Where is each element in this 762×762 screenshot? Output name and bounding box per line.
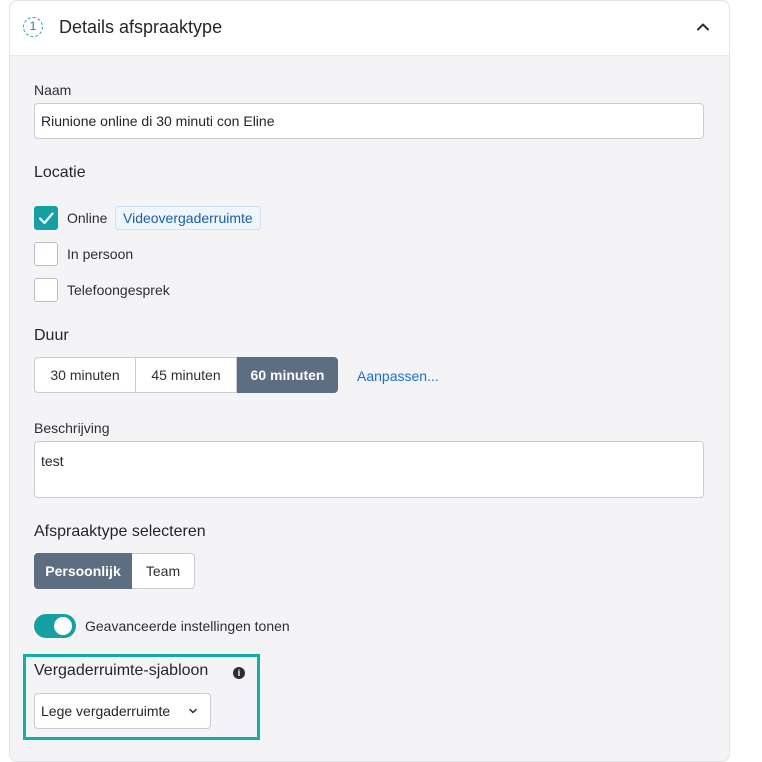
chevron-down-icon xyxy=(189,708,197,714)
advanced-settings-label: Geavanceerde instellingen tonen xyxy=(85,618,290,634)
name-input[interactable]: Riunione online di 30 minuti con Eline xyxy=(34,103,704,139)
appointment-type-heading: Afspraaktype selecteren xyxy=(34,523,206,540)
customize-duration-link[interactable]: Aanpassen... xyxy=(357,368,439,384)
duration-60-button[interactable]: 60 minuten xyxy=(237,357,338,393)
duration-heading: Duur xyxy=(34,327,69,344)
panel-title: Details afspraaktype xyxy=(59,17,223,37)
online-label: Online xyxy=(67,210,108,226)
appointment-type-selector: Persoonlijk Team xyxy=(34,553,195,589)
phone-checkbox[interactable] xyxy=(34,278,58,302)
description-textarea[interactable]: test xyxy=(34,441,704,498)
location-heading: Locatie xyxy=(34,164,86,181)
duration-selector: 30 minuten 45 minuten 60 minuten xyxy=(34,357,338,393)
in-person-label: In persoon xyxy=(67,246,134,262)
toggle-knob xyxy=(54,617,72,635)
checkmark-icon xyxy=(38,212,54,225)
step-number: 1 xyxy=(23,17,43,37)
chevron-up-icon[interactable] xyxy=(695,19,711,35)
team-button[interactable]: Team xyxy=(132,553,195,589)
advanced-settings-toggle[interactable] xyxy=(34,614,76,638)
in-person-checkbox[interactable] xyxy=(34,242,58,266)
template-select[interactable]: Lege vergaderruimte xyxy=(34,693,211,729)
name-label: Naam xyxy=(34,82,72,98)
panel-header[interactable]: 1 Details afspraaktype xyxy=(10,1,729,56)
personal-button[interactable]: Persoonlijk xyxy=(34,553,132,589)
description-label: Beschrijving xyxy=(34,420,110,436)
info-icon[interactable]: i xyxy=(233,667,245,679)
video-room-badge[interactable]: Videovergaderruimte xyxy=(115,206,261,230)
online-checkbox[interactable] xyxy=(34,206,58,230)
duration-30-button[interactable]: 30 minuten xyxy=(34,357,136,393)
duration-45-button[interactable]: 45 minuten xyxy=(136,357,237,393)
phone-label: Telefoongesprek xyxy=(67,282,170,298)
template-heading: Vergaderruimte-sjabloon xyxy=(34,662,209,679)
